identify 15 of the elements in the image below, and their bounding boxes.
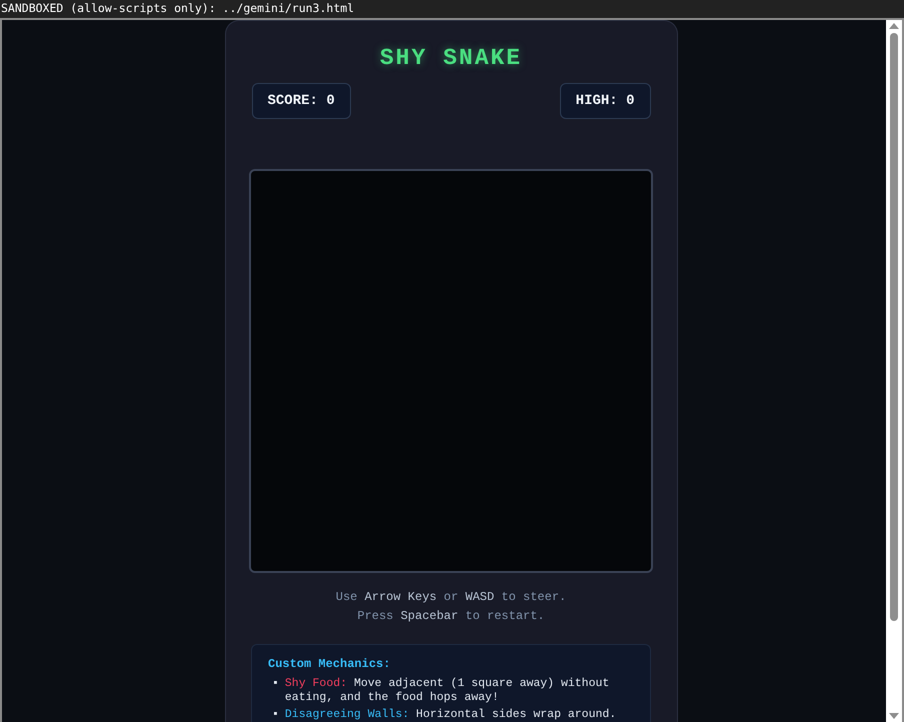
- bullet-marker: ▪: [272, 677, 279, 692]
- game-title: SHY SNAKE: [380, 45, 522, 71]
- scroll-down-icon[interactable]: [889, 713, 899, 719]
- high-score-display: HIGH: 0: [560, 83, 650, 119]
- scroll-thumb[interactable]: [890, 33, 898, 621]
- instruction-text: Press Spacebar to restart.: [357, 608, 545, 625]
- scroll-up-icon[interactable]: [889, 23, 899, 29]
- bullet-marker: ▪: [272, 708, 279, 722]
- mechanics-heading: Custom Mechanics:: [268, 657, 392, 671]
- score-display: SCORE: 0: [252, 83, 351, 119]
- instruction-text: Use Arrow Keys or WASD to steer.: [336, 589, 566, 606]
- sandbox-notice: SANDBOXED (allow-scripts only): ../gemini/run3.html: [0, 0, 904, 18]
- mechanic-item: Shy Food: Move adjacent (1 square away) without eating, and the food hops away!: [284, 677, 610, 705]
- scrollbar[interactable]: [886, 20, 902, 722]
- mechanic-item: Disagreeing Walls: Horizontal sides wrap around.: [284, 708, 616, 722]
